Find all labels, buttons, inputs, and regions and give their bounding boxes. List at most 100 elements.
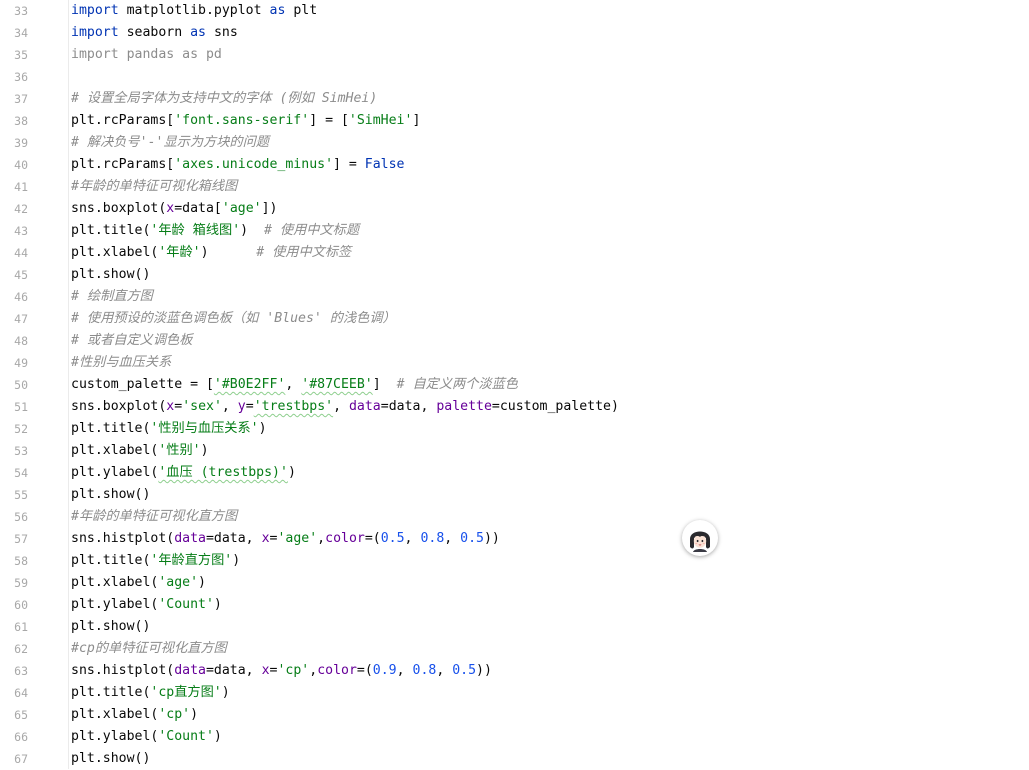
code-token: 'font.sans-serif' bbox=[174, 113, 310, 128]
code-token: 'age' bbox=[221, 201, 262, 216]
code-token: plt.ylabel( bbox=[71, 729, 159, 744]
code-token: False bbox=[364, 157, 405, 172]
line-number: 61 bbox=[14, 620, 28, 634]
code-line[interactable]: plt.xlabel('性别') bbox=[71, 440, 209, 462]
line-number: 63 bbox=[14, 664, 28, 678]
code-line[interactable]: plt.rcParams['font.sans-serif'] = ['SimH… bbox=[71, 110, 420, 132]
code-line[interactable]: plt.title('年龄 箱线图') # 使用中文标题 bbox=[71, 220, 359, 242]
code-token: 'SimHei' bbox=[348, 113, 413, 128]
code-token: #年龄的单特征可视化箱线图 bbox=[71, 179, 238, 194]
code-token: =( bbox=[356, 663, 373, 678]
code-token: # 绘制直方图 bbox=[71, 289, 153, 304]
code-line[interactable]: # 使用预设的淡蓝色调色板（如 'Blues' 的浅色调） bbox=[71, 308, 396, 330]
code-line[interactable]: sns.histplot(data=data, x='cp',color=(0.… bbox=[71, 660, 492, 682]
code-line[interactable]: plt.ylabel('Count') bbox=[71, 726, 222, 748]
code-token: x bbox=[261, 531, 270, 546]
code-token: ] bbox=[412, 113, 421, 128]
code-line[interactable]: # 设置全局字体为支持中文的字体 (例如 SimHei) bbox=[71, 88, 377, 110]
line-number: 37 bbox=[14, 92, 28, 106]
line-number: 67 bbox=[14, 752, 28, 766]
code-token: plt.title( bbox=[71, 685, 151, 700]
code-line[interactable]: custom_palette = ['#B0E2FF', '#87CEEB'] … bbox=[71, 374, 518, 396]
code-token: ) bbox=[190, 707, 199, 722]
code-token: 'age' bbox=[277, 531, 318, 546]
line-number: 42 bbox=[14, 202, 28, 216]
code-token: = bbox=[174, 399, 183, 414]
code-line[interactable]: # 或者自定义调色板 bbox=[71, 330, 192, 352]
code-line[interactable]: sns.boxplot(x='sex', y='trestbps', data=… bbox=[71, 396, 619, 418]
code-line[interactable]: plt.ylabel('Count') bbox=[71, 594, 222, 616]
code-line[interactable]: plt.title('性别与血压关系') bbox=[71, 418, 267, 440]
code-token: plt.ylabel( bbox=[71, 465, 159, 480]
code-token: plt.xlabel( bbox=[71, 443, 159, 458]
code-line[interactable]: sns.boxplot(x=data['age']) bbox=[71, 198, 277, 220]
code-line[interactable]: plt.xlabel('年龄') # 使用中文标签 bbox=[71, 242, 351, 264]
code-token: 'trestbps' bbox=[253, 399, 334, 414]
code-line[interactable]: plt.rcParams['axes.unicode_minus'] = Fal… bbox=[71, 154, 404, 176]
code-token: 'cp直方图' bbox=[150, 685, 222, 700]
code-token: sns.boxplot( bbox=[71, 399, 167, 414]
line-number: 41 bbox=[14, 180, 28, 194]
code-token: , bbox=[221, 399, 238, 414]
code-line[interactable]: #年龄的单特征可视化直方图 bbox=[71, 506, 237, 528]
line-number: 66 bbox=[14, 730, 28, 744]
code-token: , bbox=[444, 531, 461, 546]
code-token: 'age' bbox=[158, 575, 199, 590]
code-line[interactable]: #cp的单特征可视化直方图 bbox=[71, 638, 227, 660]
code-line[interactable]: plt.show() bbox=[71, 484, 150, 506]
code-token: 'cp' bbox=[158, 707, 191, 722]
line-number: 51 bbox=[14, 400, 28, 414]
code-token: plt.show() bbox=[71, 267, 151, 282]
code-token: 'sex' bbox=[182, 399, 222, 414]
code-token: 0.9 bbox=[372, 663, 397, 678]
code-token: as bbox=[269, 3, 286, 18]
code-line[interactable]: plt.xlabel('cp') bbox=[71, 704, 198, 726]
code-token: ] bbox=[372, 377, 397, 392]
code-line[interactable]: import matplotlib.pyplot as plt bbox=[71, 0, 317, 22]
code-token: )) bbox=[483, 531, 500, 546]
code-line[interactable]: sns.histplot(data=data, x='age',color=(0… bbox=[71, 528, 500, 550]
code-line[interactable]: # 解决负号'-'显示为方块的问题 bbox=[71, 132, 269, 154]
code-line[interactable]: plt.show() bbox=[71, 748, 150, 770]
line-number: 60 bbox=[14, 598, 28, 612]
code-line[interactable]: plt.ylabel('血压 (trestbps)') bbox=[71, 462, 296, 484]
code-line[interactable]: import seaborn as sns bbox=[71, 22, 238, 44]
code-token: '性别与血压关系' bbox=[150, 421, 259, 436]
code-token: '年龄直方图' bbox=[150, 553, 233, 568]
code-token: , bbox=[309, 663, 318, 678]
line-number: 65 bbox=[14, 708, 28, 722]
code-editor[interactable]: 33 34 35 36 37 38 39 40 41 42 43 44 45 46 47 48 49 50 51 52… bbox=[0, 0, 1029, 769]
code-line[interactable]: plt.show() bbox=[71, 616, 150, 638]
code-token: 'Count' bbox=[158, 729, 214, 744]
code-line[interactable]: plt.title('cp直方图') bbox=[71, 682, 230, 704]
code-token: , bbox=[333, 399, 349, 414]
code-token: 'axes.unicode_minus' bbox=[174, 157, 334, 172]
code-token: as bbox=[190, 25, 206, 40]
code-line[interactable]: #年龄的单特征可视化箱线图 bbox=[71, 176, 237, 198]
code-line[interactable]: #性别与血压关系 bbox=[71, 352, 171, 374]
assistant-avatar-icon bbox=[685, 523, 715, 553]
ai-assistant-button[interactable] bbox=[682, 520, 718, 556]
code-area[interactable]: import matplotlib.pyplot as plt import se… bbox=[69, 0, 1029, 769]
code-token: , bbox=[285, 377, 302, 392]
code-line[interactable]: plt.title('年龄直方图') bbox=[71, 550, 240, 572]
code-token: custom_palette = [ bbox=[71, 377, 214, 392]
code-line[interactable]: # 绘制直方图 bbox=[71, 286, 153, 308]
code-token: ) bbox=[200, 443, 209, 458]
line-number: 52 bbox=[14, 422, 28, 436]
code-line[interactable]: plt.xlabel('age') bbox=[71, 572, 206, 594]
code-line[interactable]: plt.show() bbox=[71, 264, 150, 286]
line-number: 53 bbox=[14, 444, 28, 458]
line-number: 50 bbox=[14, 378, 28, 392]
code-token: plt.xlabel( bbox=[71, 707, 159, 722]
code-token: 'Count' bbox=[158, 597, 214, 612]
code-token: '年龄' bbox=[158, 245, 201, 260]
code-token: 0.5 bbox=[380, 531, 405, 546]
code-token: data bbox=[174, 663, 206, 678]
code-token: # 使用中文标签 bbox=[256, 245, 352, 260]
code-token: ]) bbox=[261, 201, 278, 216]
code-token: '年龄 箱线图' bbox=[150, 223, 241, 238]
code-line[interactable]: import pandas as pd bbox=[71, 44, 222, 66]
line-number: 33 bbox=[14, 4, 28, 18]
line-number: 57 bbox=[14, 532, 28, 546]
